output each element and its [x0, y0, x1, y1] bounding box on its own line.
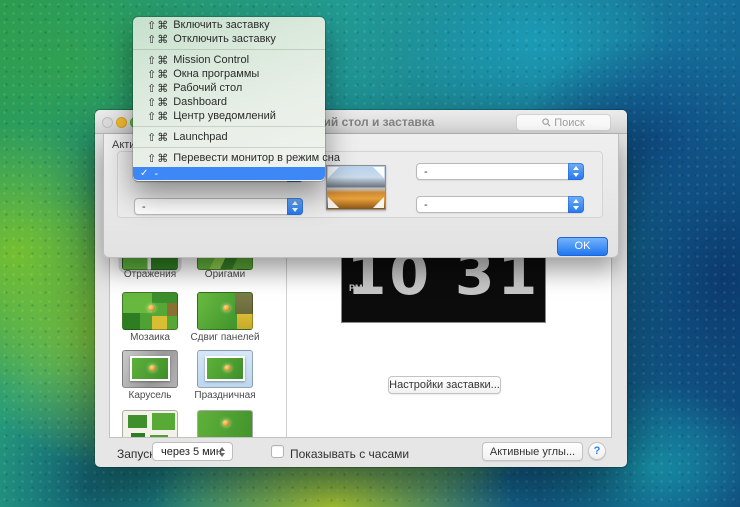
mosaic-thumbnail [122, 292, 178, 330]
ok-button[interactable]: OK [557, 237, 608, 256]
menu-separator [133, 123, 325, 130]
screensaver-tile-mosaic[interactable] [122, 292, 178, 330]
screensaver-label: Оригами [188, 269, 262, 280]
menu-item-notification-center[interactable]: ⇧⌘Центр уведомлений [133, 109, 325, 123]
menu-item-display-sleep[interactable]: ⇧⌘Перевести монитор в режим сна [133, 151, 325, 165]
menu-item-mission-control[interactable]: ⇧⌘Mission Control [133, 53, 325, 67]
corner-triangle-icon [373, 197, 384, 208]
menu-item-none-selected[interactable]: ✓- [133, 167, 325, 180]
help-button[interactable]: ? [588, 442, 606, 460]
hot-corner-popup-top-right[interactable]: - [416, 163, 584, 180]
menu-item-app-windows[interactable]: ⇧⌘Окна программы [133, 67, 325, 81]
popup-stepper-icon [568, 196, 584, 213]
screensaver-label: Праздничная [188, 390, 262, 401]
screensaver-tile-carousel[interactable] [122, 350, 178, 388]
checkmark-icon: ✓ [140, 168, 148, 179]
clock-ampm: PM [349, 283, 363, 293]
hot-corner-popup-bottom-left[interactable]: - [134, 198, 303, 215]
search-placeholder: Поиск [554, 117, 584, 129]
hot-corner-popup-bottom-right[interactable]: - [416, 196, 584, 213]
screensaver-label: Карусель [113, 390, 187, 401]
screensaver-tile-shifting-tiles[interactable] [197, 292, 253, 330]
screensaver-tile-tilted[interactable] [197, 410, 253, 437]
screensaver-label: Сдвиг панелей [188, 332, 262, 343]
corner-triangle-icon [328, 167, 339, 178]
start-after-value: через 5 мин [161, 446, 222, 458]
stepper-arrows-icon [219, 443, 227, 460]
hot-corners-button[interactable]: Активные углы... [482, 442, 583, 461]
screensaver-tile-holiday[interactable] [197, 350, 253, 388]
holiday-thumbnail [197, 350, 253, 388]
menu-item-launchpad[interactable]: ⇧⌘Launchpad [133, 130, 325, 144]
show-with-clock-checkbox[interactable] [271, 445, 284, 458]
desktop-preview-thumbnail [326, 165, 386, 210]
menu-item-disable-screensaver[interactable]: ⇧⌘Отключить заставку [133, 32, 325, 46]
screensaver-tile-gallery[interactable] [122, 410, 178, 437]
popup-stepper-icon [568, 163, 584, 180]
show-with-clock-label: Показывать с часами [290, 447, 409, 461]
corner-triangle-icon [328, 197, 339, 208]
tilted-photo-thumbnail [197, 410, 253, 437]
minimize-button[interactable] [116, 117, 127, 128]
start-after-popup[interactable]: через 5 мин [152, 442, 233, 461]
popup-stepper-icon [287, 198, 303, 215]
menu-item-desktop[interactable]: ⇧⌘Рабочий стол [133, 81, 325, 95]
carousel-thumbnail [122, 350, 178, 388]
close-button[interactable] [102, 117, 113, 128]
screensaver-options-button[interactable]: Настройки заставки... [388, 376, 501, 394]
menu-item-enable-screensaver[interactable]: ⇧⌘Включить заставку [133, 18, 325, 32]
screen: Рабочий стол и заставка Поиск Отражения … [0, 0, 740, 507]
gallery-thumbnail [122, 410, 178, 437]
corner-triangle-icon [373, 167, 384, 178]
menu-item-dashboard[interactable]: ⇧⌘Dashboard [133, 95, 325, 109]
menu-separator [133, 46, 325, 53]
search-field[interactable]: Поиск [516, 114, 611, 131]
menu-separator [133, 144, 325, 151]
search-icon [542, 118, 551, 127]
hot-corner-menu: ⇧⌘Включить заставку ⇧⌘Отключить заставку… [133, 17, 325, 181]
screensaver-label: Мозаика [113, 332, 187, 343]
screensaver-label: Отражения [113, 269, 187, 280]
shifting-tiles-thumbnail [197, 292, 253, 330]
